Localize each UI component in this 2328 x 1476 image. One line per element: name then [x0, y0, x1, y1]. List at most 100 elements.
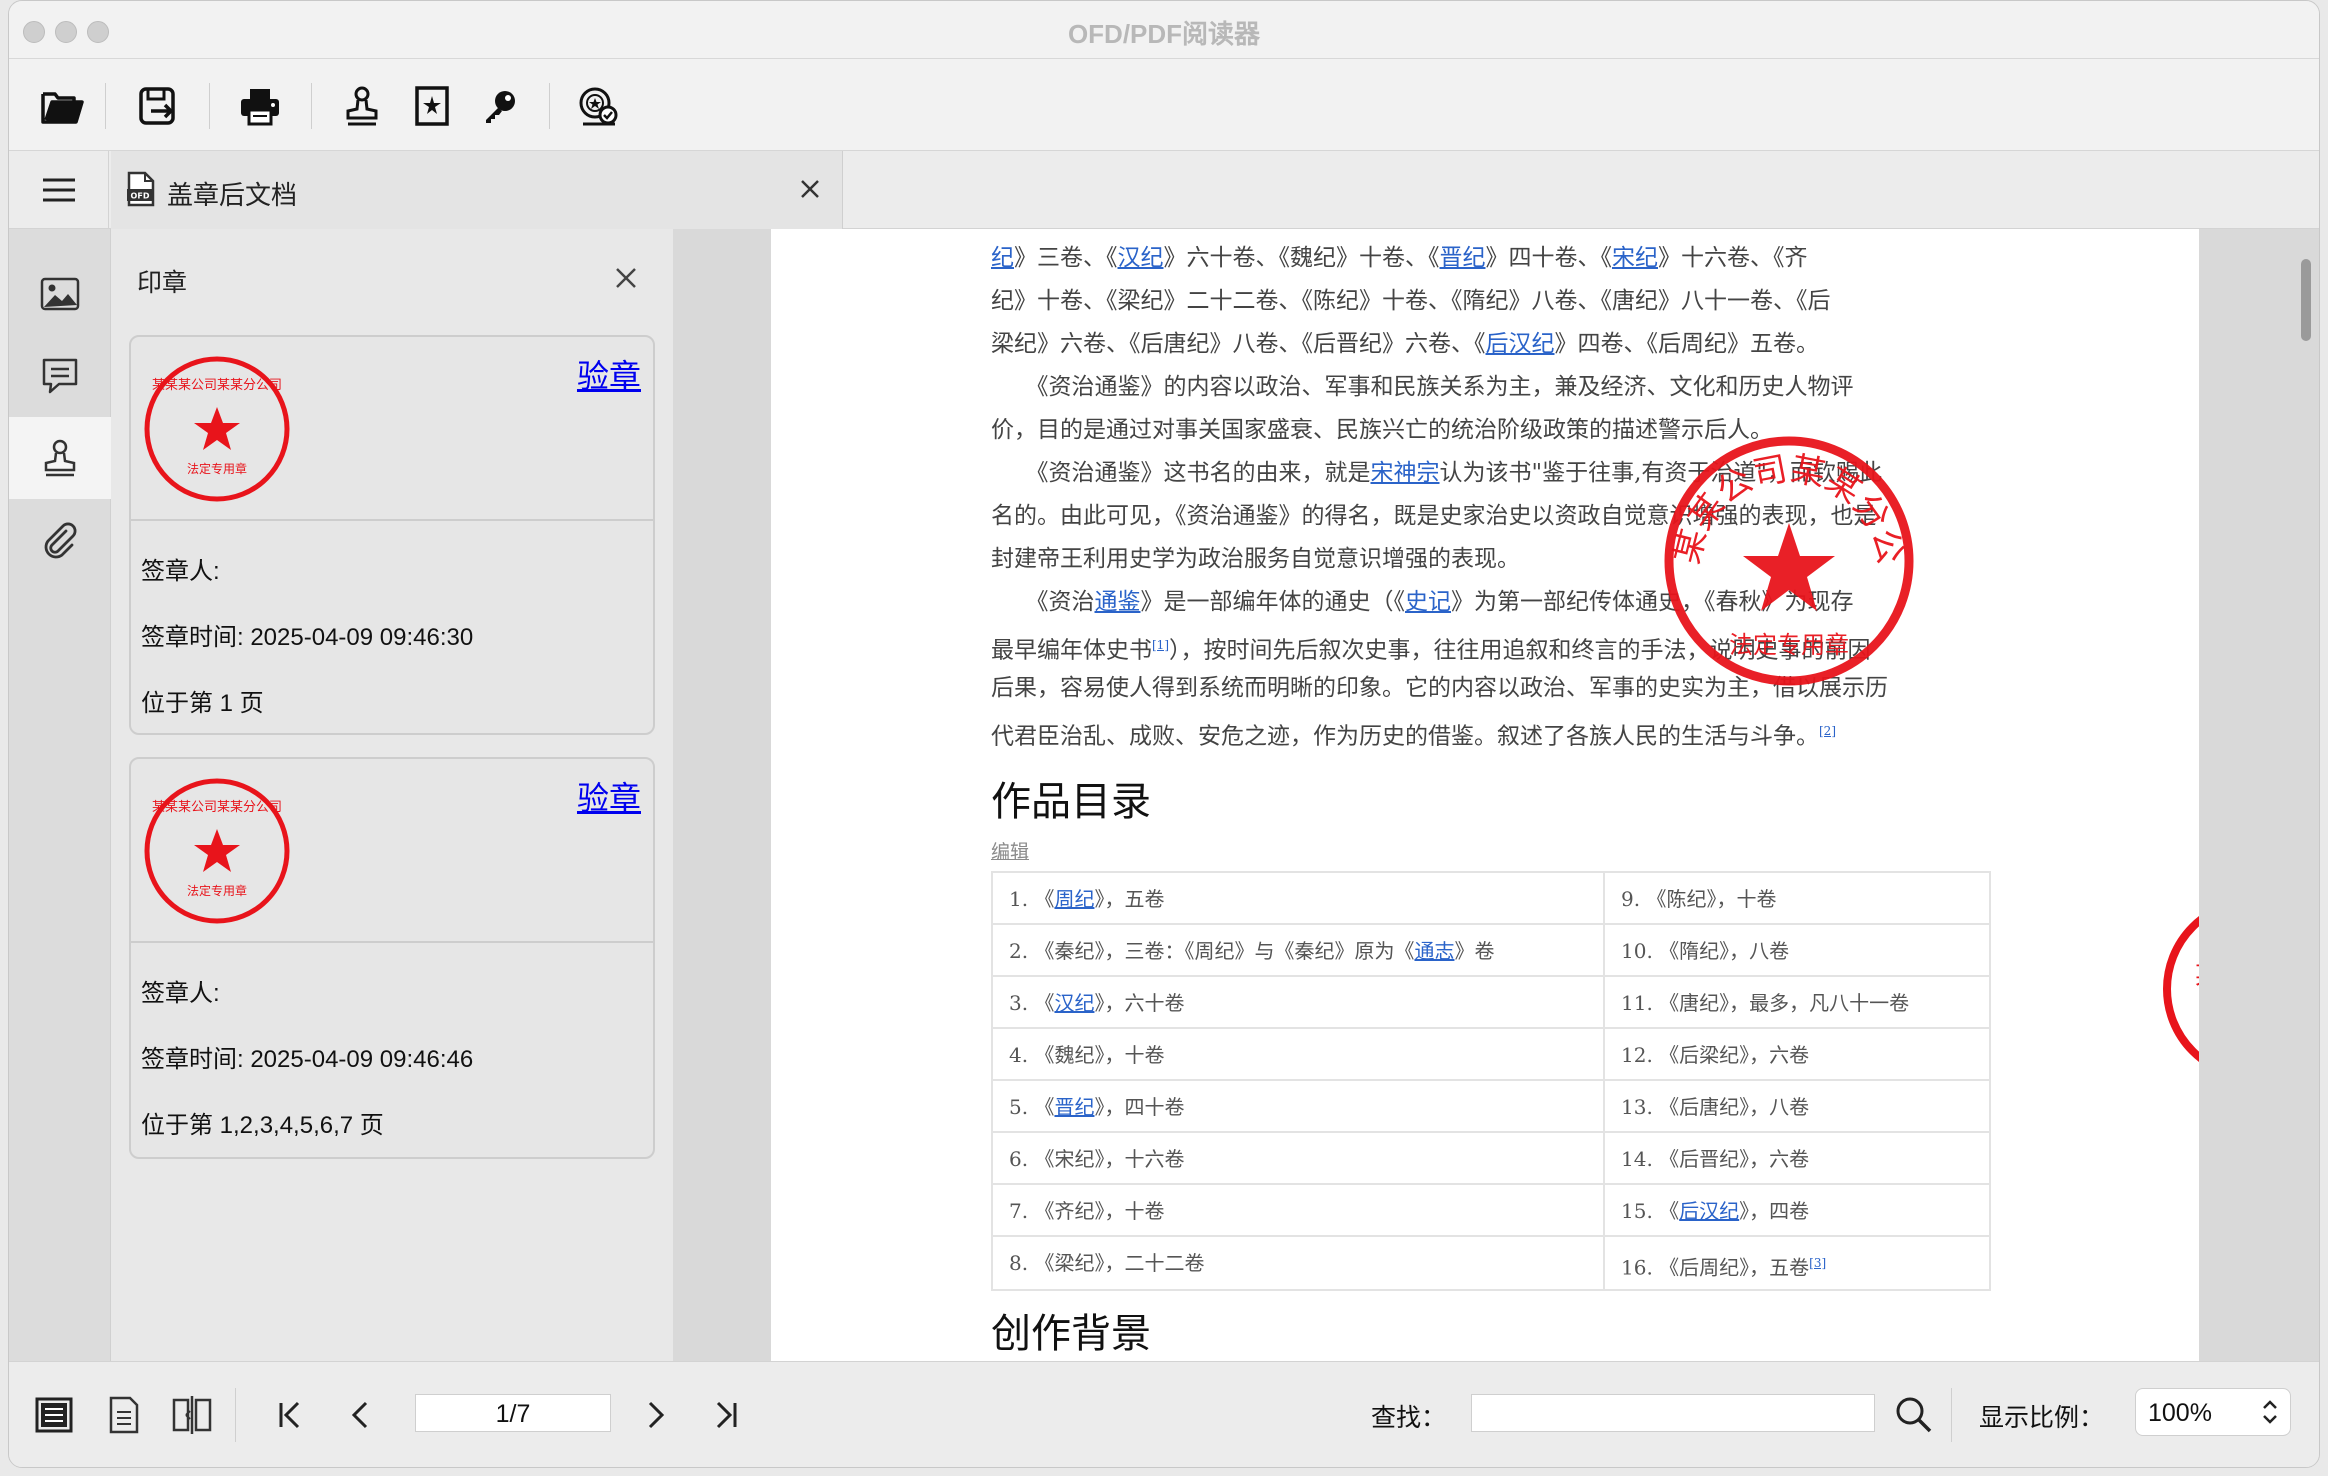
text-line: 纪》十卷、《梁纪》二十二卷、《陈纪》十卷、《隋纪》八卷、《唐纪》八十一卷、《后 [991, 288, 1831, 314]
outline-view-icon[interactable] [29, 1390, 79, 1440]
contents-table: 1. 《周纪》，五卷 9. 《陈纪》，十卷 2. 《秦纪》，三卷：《周纪》与《秦… [991, 871, 1991, 1291]
text-link[interactable]: 纪 [991, 245, 1014, 271]
text-line: 《资治通鉴》的内容以政治、军事和民族关系为主，兼及经济、文化和历史人物评 [991, 374, 1854, 400]
attachment-icon[interactable] [9, 499, 111, 581]
svg-text:OFD: OFD [131, 192, 150, 201]
single-page-icon[interactable] [99, 1390, 149, 1440]
title-bar: OFD/PDF阅读器 [9, 1, 2319, 59]
table-cell: 13. 《后唐纪》，八卷 [1621, 1095, 1810, 1119]
text-link[interactable]: 后汉纪 [1486, 331, 1555, 357]
close-tab-icon[interactable] [792, 171, 828, 207]
svg-text:某某某公司某某分公司: 某某某公司某某分公司 [152, 800, 282, 815]
find-label: 查找： [1371, 1404, 1447, 1432]
table-cell: 11. 《唐纪》，最多，凡八十一卷 [1621, 991, 1910, 1015]
sign-pages: 位于第 1,2,3,4,5,6,7 页 [141, 1112, 384, 1139]
sign-time: 签章时间: 2025-04-09 09:46:30 [141, 624, 474, 651]
first-page-icon[interactable] [265, 1390, 315, 1440]
text-link[interactable]: 周纪 [1054, 887, 1094, 911]
document-viewer[interactable]: 纪》三卷、《汉纪》六十卷、《魏纪》十卷、《晋纪》四十卷、《宋纪》十六卷、《齐 纪… [673, 229, 2319, 1361]
signer-label: 签章人: [141, 558, 220, 585]
status-bar: 1/7 查找： 显示比例： 100% [9, 1361, 2319, 1467]
table-row: 2. 《秦纪》，三卷：《周纪》与《秦纪》原为《通志》卷 10. 《隋纪》，八卷 [993, 925, 1989, 977]
footnote-ref[interactable]: [1] [1152, 638, 1169, 652]
main-toolbar [9, 59, 2319, 151]
save-icon[interactable] [131, 79, 185, 133]
verify-seal-link[interactable]: 验章 [577, 351, 641, 397]
table-row: 6. 《宋纪》，十六卷 14. 《后晋纪》，六卷 [993, 1133, 1989, 1185]
next-page-icon[interactable] [631, 1390, 681, 1440]
table-cell: 12. 《后梁纪》，六卷 [1621, 1043, 1810, 1067]
text-link[interactable]: 汉纪 [1118, 245, 1164, 271]
table-row: 8. 《梁纪》，二十二卷 16. 《后周纪》，五卷[3] [993, 1237, 1989, 1289]
svg-text:某: 某 [2195, 961, 2199, 991]
svg-text:某某某公司某某分公司: 某某某公司某某分公司 [152, 378, 282, 393]
table-cell: 1. 《周纪》，五卷 [993, 873, 1605, 925]
tab-document[interactable]: OFD 盖章后文档 [111, 151, 843, 229]
seal-thumbnail-image: 某某某公司某某分公司 法定专用章 [144, 356, 290, 502]
close-panel-icon[interactable] [609, 261, 643, 295]
sign-pages: 位于第 1 页 [141, 690, 264, 717]
text-line: 代君臣治乱、成败、安危之迹，作为历史的借鉴。叙述了各族人民的生活与斗争。[2] [991, 723, 1836, 750]
verify-seal-icon[interactable] [571, 79, 625, 133]
footnote-ref[interactable]: [3] [1809, 1256, 1826, 1270]
search-icon[interactable] [1889, 1390, 1939, 1440]
table-row: 1. 《周纪》，五卷 9. 《陈纪》，十卷 [993, 873, 1989, 925]
seal-thumbnail-image: 某某某公司某某分公司 法定专用章 [144, 778, 290, 924]
find-input[interactable] [1471, 1394, 1875, 1432]
text-link[interactable]: 史记 [1405, 589, 1451, 615]
text-line: 纪》三卷、《汉纪》六十卷、《魏纪》十卷、《晋纪》四十卷、《宋纪》十六卷、《齐 [991, 245, 1808, 271]
table-cell: 2. 《秦纪》，三卷：《周纪》与《秦纪》原为《通志》卷 [993, 925, 1605, 977]
open-folder-icon[interactable] [35, 79, 89, 133]
section-heading: 创作背景 [991, 1311, 1151, 1357]
edit-link[interactable]: 编辑 [991, 837, 1029, 864]
text-link[interactable]: 晋纪 [1054, 1095, 1094, 1119]
seal-box-icon[interactable] [405, 79, 459, 133]
svg-text:法定专用章: 法定专用章 [187, 883, 247, 898]
table-cell: 6. 《宋纪》，十六卷 [993, 1133, 1605, 1185]
verify-seal-link[interactable]: 验章 [577, 773, 641, 819]
table-cell: 15. 《后汉纪》，四卷 [1621, 1199, 1810, 1223]
seal-card-header: 某某某公司某某分公司 法定专用章 验章 [131, 337, 653, 521]
text-link[interactable]: 晋纪 [1440, 245, 1486, 271]
seal-icon[interactable] [9, 417, 111, 499]
dual-page-icon[interactable] [167, 1390, 217, 1440]
red-seal-stamp-edge: 某 司 [2163, 916, 2199, 1062]
table-cell: 14. 《后晋纪》，六卷 [1621, 1147, 1810, 1171]
text-link[interactable]: 汉纪 [1054, 991, 1094, 1015]
last-page-icon[interactable] [701, 1390, 751, 1440]
hamburger-menu-icon[interactable] [9, 151, 109, 229]
text-link[interactable]: 宋神宗 [1371, 460, 1440, 486]
table-row: 7. 《齐纪》，十卷 15. 《后汉纪》，四卷 [993, 1185, 1989, 1237]
zoom-label: 显示比例： [1979, 1404, 2105, 1432]
zoom-select[interactable]: 100% [2135, 1388, 2291, 1436]
seal-panel: 印章 某某某公司某某分公司 法定专用章 验章 签章人: 签章时间: 2025-0… [111, 229, 673, 1361]
red-seal-stamp[interactable]: 某某某公司某某分公司 法定专用章 [1659, 431, 1919, 691]
previous-page-icon[interactable] [335, 1390, 385, 1440]
text-link[interactable]: 后汉纪 [1679, 1199, 1739, 1223]
thumbnail-icon[interactable] [9, 253, 111, 335]
table-cell: 16. 《后周纪》，五卷[3] [1621, 1255, 1827, 1280]
table-cell: 5. 《晋纪》，四十卷 [993, 1081, 1605, 1133]
text-link[interactable]: 宋纪 [1612, 245, 1658, 271]
section-heading: 作品目录 [991, 779, 1151, 825]
sidebar-nav [9, 229, 111, 1361]
table-cell: 10. 《隋纪》，八卷 [1621, 939, 1790, 963]
table-row: 5. 《晋纪》，四十卷 13. 《后唐纪》，八卷 [993, 1081, 1989, 1133]
sign-time: 签章时间: 2025-04-09 09:46:46 [141, 1046, 474, 1073]
text-link[interactable]: 通鉴 [1095, 589, 1141, 615]
page-number-input[interactable]: 1/7 [415, 1394, 611, 1432]
stamp-icon[interactable] [335, 79, 389, 133]
vertical-scrollbar-thumb[interactable] [2301, 259, 2311, 341]
tab-label: 盖章后文档 [167, 180, 298, 210]
key-icon[interactable] [473, 79, 527, 133]
signer-label: 签章人: [141, 980, 220, 1007]
table-cell: 3. 《汉纪》，六十卷 [993, 977, 1605, 1029]
seal-card-header: 某某某公司某某分公司 法定专用章 验章 [131, 759, 653, 943]
text-link[interactable]: 通志 [1414, 939, 1454, 963]
footnote-ref[interactable]: [2] [1819, 724, 1836, 738]
window-title: OFD/PDF阅读器 [1067, 19, 1261, 49]
comment-icon[interactable] [9, 335, 111, 417]
stepper-arrows-icon [2263, 1400, 2277, 1424]
app-window: OFD/PDF阅读器 OFD 盖章后文档 印章 某某某公司某某分公司 法定专用章… [8, 0, 2320, 1468]
print-icon[interactable] [233, 79, 287, 133]
